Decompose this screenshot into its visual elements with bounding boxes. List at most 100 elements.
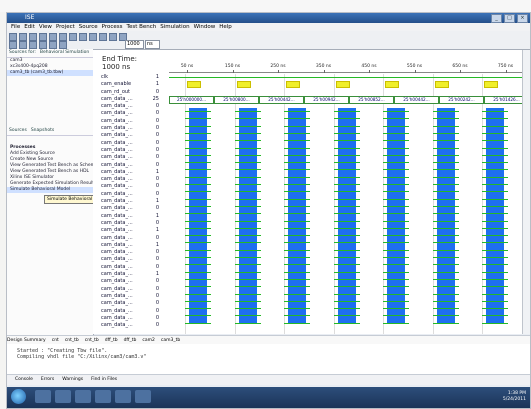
signal-row[interactable]: cam_data_... 0 — [101, 118, 159, 125]
console-tab-find-in-files[interactable]: Find in Files — [91, 377, 117, 382]
signal-row[interactable]: cam_data_... 0 — [101, 300, 159, 307]
signal-row[interactable]: cam_data_... 0 — [101, 278, 159, 285]
signal-row[interactable]: cam_data_... 0 — [101, 256, 159, 263]
signal-row[interactable]: cam_data_... 0 — [101, 183, 159, 190]
vertical-scrollbar[interactable] — [522, 50, 530, 334]
time-ruler[interactable]: 50 ns 150 ns 250 ns 350 ns 450 ns 550 ns 650 n… — [169, 64, 522, 73]
wave-delete-icon[interactable] — [59, 41, 67, 49]
signal-row[interactable]: cam_data_... 0 — [101, 235, 159, 242]
simulation-time-field[interactable]: 1000 — [125, 40, 144, 49]
taskbar-app[interactable] — [115, 390, 131, 403]
signal-row[interactable]: cam_rd_out 0 — [101, 89, 159, 96]
sim-start-icon[interactable] — [9, 41, 17, 49]
copy-icon[interactable] — [49, 33, 57, 41]
signal-row[interactable]: cam_data_... 0 — [101, 162, 159, 169]
open-file-icon[interactable] — [19, 33, 27, 41]
console-tab-warnings[interactable]: Warnings — [62, 377, 83, 382]
signal-row[interactable]: cam_data_... 0 — [101, 220, 159, 227]
menu-item-file[interactable]: File — [11, 24, 20, 30]
editor-tab[interactable]: cnt — [52, 338, 59, 343]
signal-row[interactable]: cam_data_... 0 — [101, 140, 159, 147]
signal-row[interactable]: cam_data_... 0 — [101, 249, 159, 256]
signal-row[interactable]: cam_data_... 0 — [101, 191, 159, 198]
taskbar-app[interactable] — [135, 390, 151, 403]
editor-tab[interactable]: cnt_tb — [85, 338, 99, 343]
signal-row[interactable]: cam_data_... 0 — [101, 110, 159, 117]
sources-tab[interactable]: Sources — [9, 127, 27, 135]
signal-row[interactable]: cam_data_... 0 — [101, 103, 159, 110]
signal-row[interactable]: cam_data_... 0 — [101, 308, 159, 315]
bus-value-segment[interactable]: 25'h00442... — [259, 96, 304, 104]
signal-row[interactable]: cam_data_... 1 — [101, 198, 159, 205]
editor-tab[interactable]: cnt_tb — [65, 338, 79, 343]
signal-row[interactable]: cam_data_... 0 — [101, 286, 159, 293]
signal-row[interactable]: cam_data_... 0 — [101, 264, 159, 271]
editor-tab[interactable]: dff_tb — [105, 338, 118, 343]
menu-item-source[interactable]: Source — [79, 24, 98, 30]
start-button[interactable] — [11, 389, 26, 404]
signal-row[interactable]: cam_data_... 0 — [101, 147, 159, 154]
signal-row[interactable]: cam_data_... 1 — [101, 227, 159, 234]
console-tab-console[interactable]: Console — [15, 377, 33, 382]
editor-tab[interactable]: cam3_tb — [161, 338, 180, 343]
editor-tab[interactable]: dff_tb — [124, 338, 137, 343]
signal-row[interactable]: clk 1 — [101, 74, 159, 81]
signal-row[interactable]: cam_data_... 0 — [101, 322, 159, 329]
taskbar-app[interactable] — [35, 390, 51, 403]
testbench-tree-item[interactable]: cam3_tb (cam3_tb.tbw) — [7, 70, 93, 76]
signal-row[interactable]: cam_data_... 0 — [101, 205, 159, 212]
signal-row[interactable]: cam_data_... 0 — [101, 154, 159, 161]
snapshots-tab[interactable]: Snapshots — [31, 127, 54, 135]
new-file-icon[interactable] — [9, 33, 17, 41]
editor-tab[interactable]: cam2 — [142, 338, 154, 343]
sim-stop-icon[interactable] — [39, 41, 47, 49]
menu-item-test-bench[interactable]: Test Bench — [127, 24, 157, 30]
console-tab-errors[interactable]: Errors — [41, 377, 54, 382]
zoom-in-icon[interactable] — [99, 33, 107, 41]
taskbar-app[interactable] — [75, 390, 91, 403]
taskbar-app[interactable] — [55, 390, 71, 403]
menu-item-edit[interactable]: Edit — [24, 24, 35, 30]
simulation-unit-field[interactable]: ns — [145, 40, 160, 49]
signal-row[interactable]: cam_data_... 0 — [101, 293, 159, 300]
save-icon[interactable] — [29, 33, 37, 41]
find-icon[interactable] — [89, 33, 97, 41]
menu-item-view[interactable]: View — [39, 24, 52, 30]
bus-value-segment[interactable]: 25'h00800... — [214, 96, 259, 104]
waveform-area[interactable]: 25'h000000... 25'h00800... 25'h00442... 25'… — [169, 74, 530, 334]
minimize-button[interactable]: _ — [491, 14, 502, 23]
editor-tab[interactable]: Design Summary — [7, 338, 46, 343]
redo-icon[interactable] — [79, 33, 87, 41]
zoom-out-icon[interactable] — [109, 33, 117, 41]
menu-item-window[interactable]: Window — [194, 24, 216, 30]
signal-row[interactable]: cam_data_... 1 — [101, 213, 159, 220]
signal-row[interactable]: cam_data_... 1 — [101, 242, 159, 249]
menu-item-project[interactable]: Project — [56, 24, 75, 30]
signal-row[interactable]: cam_data_... 0 — [101, 315, 159, 322]
menu-item-simulation[interactable]: Simulation — [160, 24, 189, 30]
behavioral-simulation-dropdown[interactable]: Behavioral Simulation — [40, 49, 89, 57]
bus-value-segment[interactable]: 25'h00942... — [304, 96, 349, 104]
signal-row[interactable]: cam_data_... 1 — [101, 169, 159, 176]
signal-row[interactable]: cam_data_... 0 — [101, 125, 159, 132]
signal-row[interactable]: cam_data_... 0 — [101, 176, 159, 183]
sim-step-icon[interactable] — [19, 41, 27, 49]
undo-icon[interactable] — [69, 33, 77, 41]
menu-item-process[interactable]: Process — [102, 24, 123, 30]
taskbar-app[interactable] — [95, 390, 111, 403]
signal-row[interactable]: cam_data_... 25 — [101, 96, 159, 103]
bus-value-segment[interactable]: 25'h00442... — [394, 96, 439, 104]
process-item[interactable]: Simulate Behavioral Model — [7, 187, 93, 193]
sim-restart-icon[interactable] — [29, 41, 37, 49]
paste-icon[interactable] — [59, 33, 67, 41]
signal-row[interactable]: cam_data_... 0 — [101, 132, 159, 139]
bus-value-segment[interactable]: 25'h000000... — [169, 96, 214, 104]
maximize-button[interactable]: □ — [504, 14, 515, 23]
close-button[interactable]: × — [517, 14, 528, 23]
wave-add-icon[interactable] — [49, 41, 57, 49]
menu-item-help[interactable]: Help — [219, 24, 232, 30]
signal-row[interactable]: cam_data_... 1 — [101, 271, 159, 278]
signal-row[interactable]: cam_enable 1 — [101, 81, 159, 88]
bus-value-segment[interactable]: 25'h00242... — [439, 96, 484, 104]
cut-icon[interactable] — [39, 33, 47, 41]
